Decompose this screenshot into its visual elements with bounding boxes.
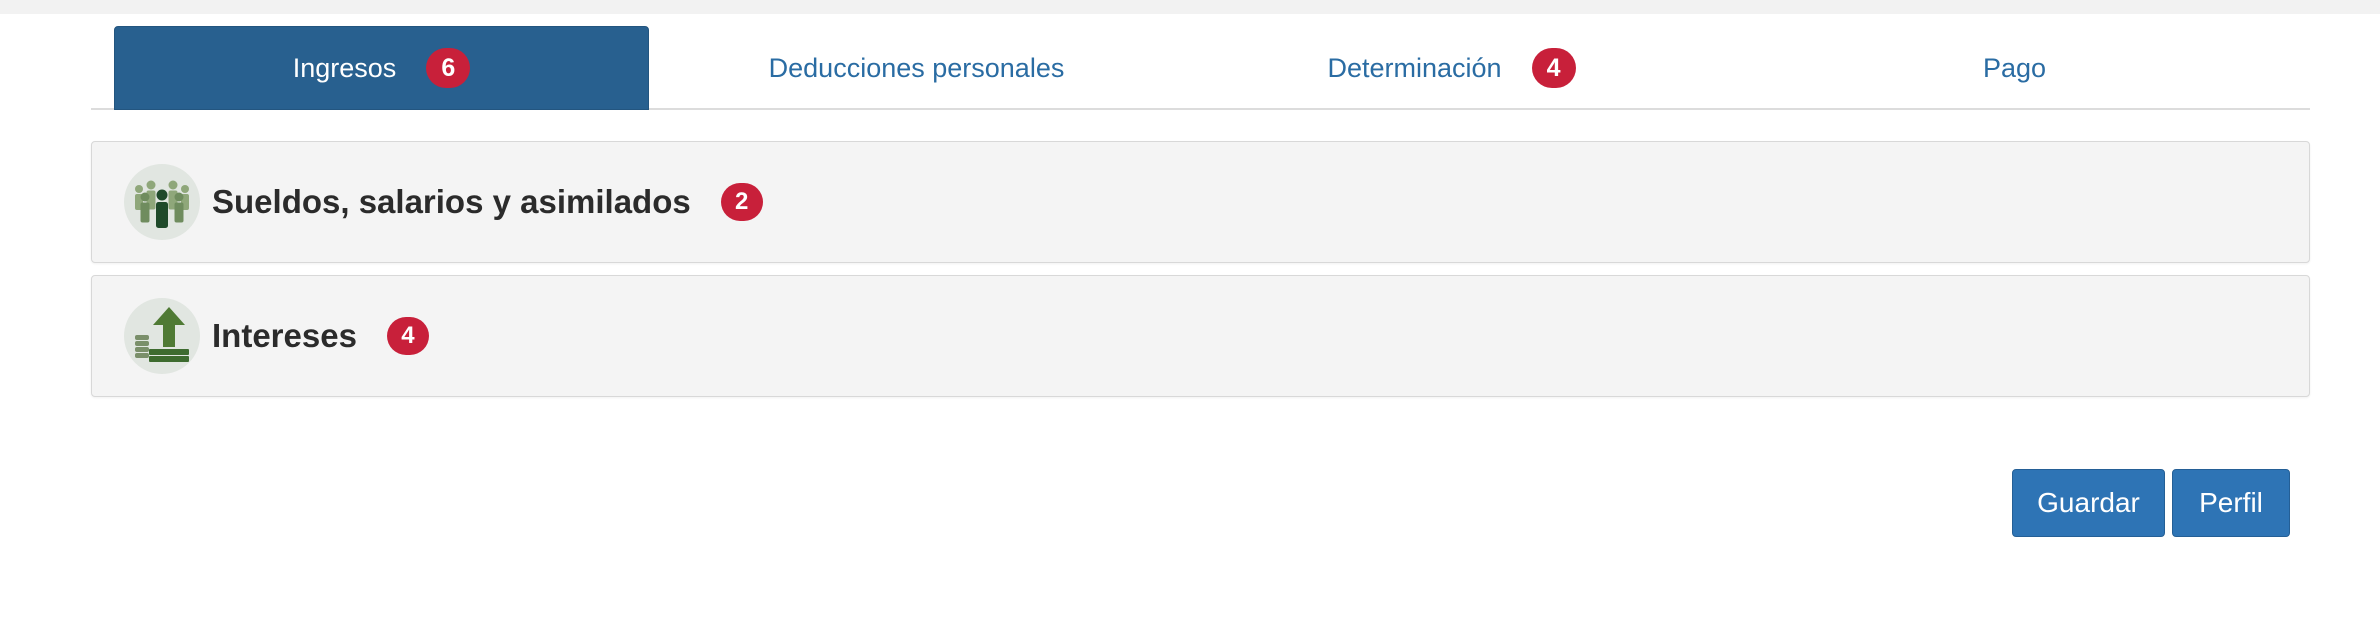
tab-label: Determinación <box>1327 52 1502 83</box>
panel-title: Intereses <box>212 317 357 354</box>
panel-title: Sueldos, salarios y asimilados <box>212 183 691 220</box>
tab-badge-ingresos: 6 <box>426 48 471 88</box>
panel-badge-sueldos: 2 <box>720 183 763 221</box>
top-strip <box>0 0 2380 14</box>
tab-label: Ingresos <box>292 52 397 83</box>
money-growth-icon <box>124 298 200 374</box>
people-group-icon <box>124 164 200 240</box>
panel-badge-intereses: 4 <box>386 317 429 355</box>
tab-label: Deducciones personales <box>768 52 1065 83</box>
tab-bar: Ingresos 6 Deducciones personales Determ… <box>91 26 2310 110</box>
tab-determinacion[interactable]: Determinación 4 <box>1184 26 1719 110</box>
tab-label: Pago <box>1982 52 2047 83</box>
tab-pago[interactable]: Pago <box>1719 26 2310 110</box>
tab-badge-determinacion: 4 <box>1531 48 1576 88</box>
save-button[interactable]: Guardar <box>2012 469 2165 537</box>
tab-deducciones-personales[interactable]: Deducciones personales <box>649 26 1184 110</box>
tab-ingresos[interactable]: Ingresos 6 <box>114 26 649 110</box>
profile-button[interactable]: Perfil <box>2172 469 2290 537</box>
panel-intereses[interactable]: Intereses 4 <box>91 275 2310 397</box>
panel-sueldos-salarios[interactable]: Sueldos, salarios y asimilados 2 <box>91 141 2310 263</box>
